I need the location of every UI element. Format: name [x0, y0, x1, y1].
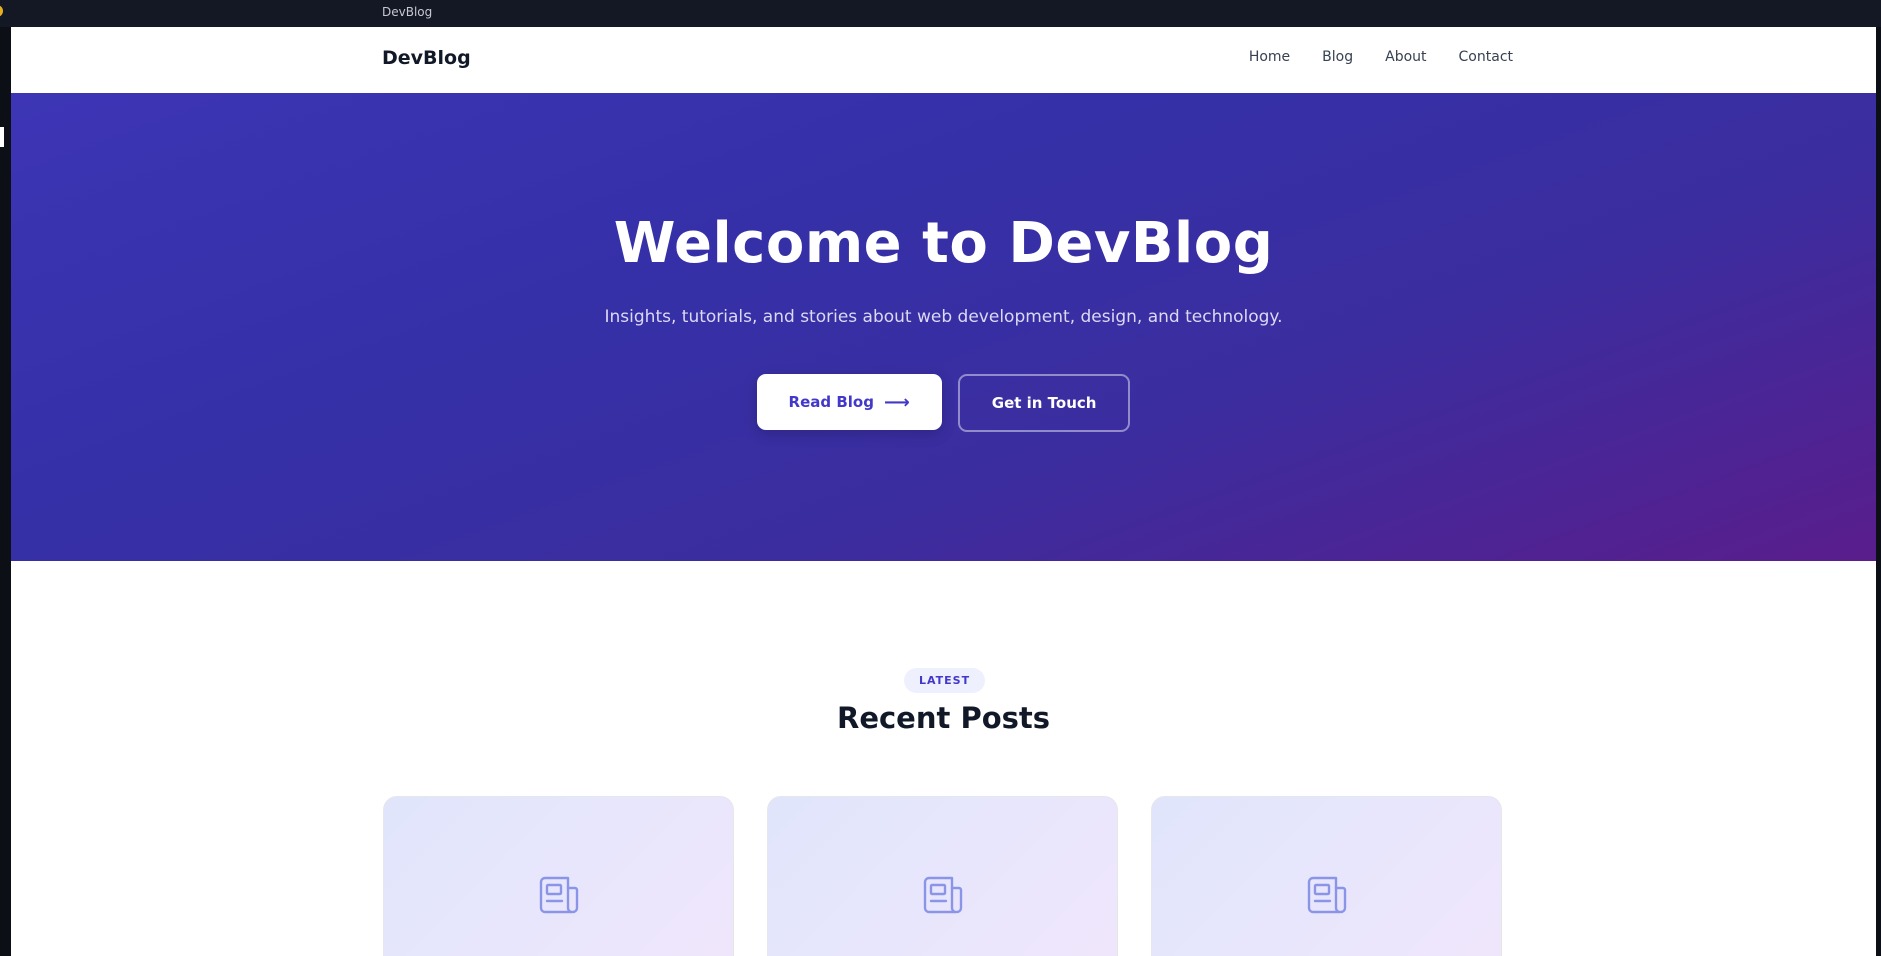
- nav-links: Home Blog About Contact: [1249, 49, 1513, 65]
- side-marker: [0, 127, 4, 147]
- window-title: DevBlog: [382, 5, 433, 19]
- read-blog-label: Read Blog: [788, 393, 874, 411]
- recent-posts-section: LATEST Recent Posts: [11, 561, 1876, 956]
- nav-link-about[interactable]: About: [1385, 49, 1426, 65]
- nav-link-contact[interactable]: Contact: [1459, 49, 1513, 65]
- hero-subtitle: Insights, tutorials, and stories about w…: [604, 307, 1283, 327]
- arrow-right-icon: ⟶: [883, 391, 910, 413]
- page: DevBlog Home Blog About Contact Welcome …: [11, 27, 1876, 956]
- post-card[interactable]: [767, 796, 1118, 956]
- brand-logo[interactable]: DevBlog: [382, 47, 471, 69]
- newspaper-icon: [923, 876, 963, 914]
- nav-link-blog[interactable]: Blog: [1322, 49, 1353, 65]
- right-screen-edge: [1876, 27, 1881, 956]
- navbar: DevBlog Home Blog About Contact: [11, 27, 1876, 94]
- post-cards: [383, 796, 1502, 956]
- window-title-bar: DevBlog: [0, 0, 1881, 27]
- hero-buttons: Read Blog ⟶ Get in Touch: [11, 374, 1876, 432]
- newspaper-icon: [539, 876, 579, 914]
- recent-posts-heading: Recent Posts: [836, 701, 1051, 735]
- newspaper-icon: [1307, 876, 1347, 914]
- read-blog-button[interactable]: Read Blog ⟶: [756, 374, 942, 430]
- hero-title: Welcome to DevBlog: [613, 211, 1274, 276]
- left-screen-edge: [0, 5, 11, 956]
- post-card[interactable]: [1151, 796, 1502, 956]
- nav-link-home[interactable]: Home: [1249, 49, 1290, 65]
- get-in-touch-button[interactable]: Get in Touch: [957, 374, 1131, 432]
- post-card[interactable]: [383, 796, 734, 956]
- hero-section: Welcome to DevBlog Insights, tutorials, …: [11, 93, 1876, 561]
- latest-badge: LATEST: [904, 668, 986, 693]
